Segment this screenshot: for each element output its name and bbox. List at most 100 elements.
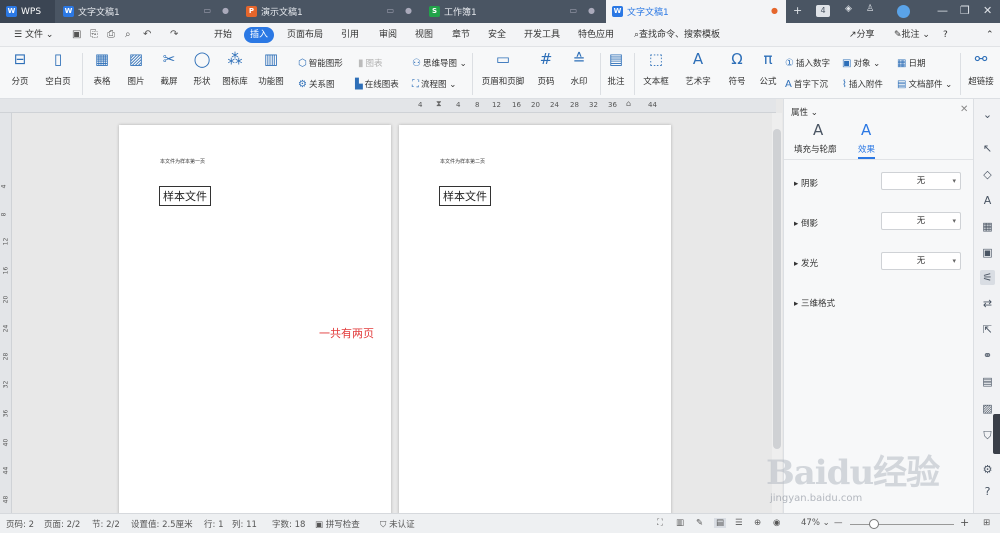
cursor-icon[interactable]: ↖	[980, 141, 995, 156]
shapes-button[interactable]: ◯ 形状	[188, 47, 216, 87]
horizontal-ruler[interactable]: 4 ⧗ 4 8 12 16 20 24 28 32 36 ⌂ 44	[0, 99, 776, 113]
object-button[interactable]: ▣ 对象 ⌄	[842, 57, 880, 69]
text-box[interactable]: 样本文件	[159, 186, 211, 206]
tab-spreadsheet[interactable]: S 工作簿1 ▭ ●	[423, 0, 603, 23]
undo-icon[interactable]: ↶	[143, 29, 151, 40]
minimize-icon[interactable]: —	[937, 4, 948, 17]
picture-button[interactable]: ▨ 图片	[122, 47, 150, 87]
reading-mode-icon[interactable]: ▥	[676, 518, 684, 528]
text-box[interactable]: 样本文件	[439, 186, 491, 206]
monitor-icon[interactable]: ▭	[203, 6, 211, 15]
translate-icon[interactable]: ⇄	[980, 296, 995, 311]
settings-icon[interactable]: ⚙	[980, 462, 995, 477]
zoom-slider[interactable]	[850, 524, 954, 525]
menu-developer[interactable]: 开发工具	[518, 27, 566, 43]
zoom-level[interactable]: 47% ⌄	[801, 518, 830, 528]
word-art-button[interactable]: A 艺术字	[680, 47, 716, 87]
word-count-status[interactable]: 字数: 18	[272, 518, 305, 530]
smart-art-button[interactable]: ⬡ 智能图形	[298, 57, 343, 69]
reflection-select[interactable]: 无 ▾	[881, 212, 961, 230]
save-icon[interactable]: ▣	[72, 29, 81, 40]
tab-fill-outline[interactable]: 填充与轮廓	[794, 143, 837, 155]
page-view-icon[interactable]: ▤	[714, 518, 727, 528]
scrollbar-thumb[interactable]	[773, 129, 781, 449]
tab-writer-doc[interactable]: W 文字文稿1 ▭ ●	[57, 0, 237, 23]
monitor-icon[interactable]: ▭	[386, 6, 394, 15]
page-number-button[interactable]: # 页码	[532, 47, 560, 87]
setting-status[interactable]: 设置值: 2.5厘米	[131, 518, 193, 530]
watermark-button[interactable]: ≙ 水印	[565, 47, 593, 87]
share-icon[interactable]: ⚭	[980, 348, 995, 363]
collapse-ribbon-icon[interactable]: ⌃	[980, 27, 1000, 43]
skin-icon[interactable]: ◈	[845, 4, 852, 14]
menu-review[interactable]: 审阅	[373, 27, 403, 43]
reflection-row[interactable]: ▸ 倒影	[794, 217, 818, 229]
zoom-in-button[interactable]: +	[960, 516, 969, 529]
insert-number-button[interactable]: ① 插入数字	[785, 57, 830, 69]
avatar[interactable]	[897, 5, 910, 18]
relation-chart-button[interactable]: ⚙ 关系图	[298, 78, 334, 90]
menu-page-layout[interactable]: 页面布局	[281, 27, 329, 43]
page-2[interactable]: 本文件为样本第二页 样本文件	[399, 125, 671, 515]
menu-home[interactable]: 开始	[208, 27, 238, 43]
vertical-ruler[interactable]: 4 8 12 16 20 24 28 32 36 40 44 48	[0, 113, 12, 513]
zoom-out-button[interactable]: —	[834, 518, 843, 528]
doc-parts-button[interactable]: ▤ 文档部件 ⌄	[897, 78, 952, 90]
menu-chapter[interactable]: 章节	[446, 27, 476, 43]
print-icon[interactable]: ⎙	[107, 29, 115, 40]
header-footer-button[interactable]: ▭ 页眉和页脚	[480, 47, 526, 87]
tab-writer-doc-active[interactable]: W 文字文稿1 ●	[606, 0, 786, 23]
blank-page-button[interactable]: ▯ 空白页	[40, 47, 76, 87]
tab-close-icon[interactable]: ●	[588, 6, 595, 15]
glow-select[interactable]: 无 ▾	[881, 252, 961, 270]
zoom-slider-handle[interactable]	[869, 519, 879, 529]
fullscreen-icon[interactable]: ⛶	[657, 518, 663, 528]
comment-button[interactable]: ✎批注 ⌄	[888, 27, 936, 43]
page-break-button[interactable]: ⊟ 分页	[6, 47, 34, 87]
monitor-icon[interactable]: ▭	[569, 6, 577, 15]
menu-view[interactable]: 视图	[409, 27, 439, 43]
panel-close-icon[interactable]: ✕	[960, 104, 968, 115]
drop-cap-button[interactable]: A 首字下沉	[785, 78, 828, 90]
formula-button[interactable]: π 公式	[756, 47, 780, 87]
screenshot-button[interactable]: ✂ 截屏	[155, 47, 183, 87]
page-number-status[interactable]: 页码: 2	[6, 518, 34, 530]
export-icon[interactable]: ⇱	[980, 322, 995, 337]
menu-references[interactable]: 引用	[335, 27, 365, 43]
shapes-icon[interactable]: ◇	[980, 167, 995, 182]
tab-effects[interactable]: 效果	[858, 143, 876, 159]
tab-count-badge[interactable]: 4	[816, 5, 830, 17]
preview-icon[interactable]: ⌕	[125, 29, 131, 40]
mind-map-button[interactable]: ⚇ 思维导图 ⌄	[412, 57, 467, 69]
textbox-button[interactable]: ⬚ 文本框	[638, 47, 674, 87]
certification-status[interactable]: ⛉ 未认证	[380, 518, 415, 530]
hyperlink-button[interactable]: ⚯ 超链接	[964, 47, 998, 87]
glow-row[interactable]: ▸ 发光	[794, 257, 818, 269]
style-icon[interactable]: A	[980, 193, 995, 208]
tab-close-icon[interactable]: ●	[222, 6, 229, 15]
tab-close-icon[interactable]: ●	[405, 6, 412, 15]
page-1[interactable]: 本文件为样本第一页 样本文件	[119, 125, 391, 515]
spell-check-button[interactable]: ▣ 拼写检查	[315, 518, 360, 530]
help-icon[interactable]: ?	[980, 484, 995, 499]
shadow-row[interactable]: ▸ 阴影	[794, 177, 818, 189]
right-indent-marker-icon[interactable]: ⌂	[626, 99, 631, 108]
tab-presentation[interactable]: P 演示文稿1 ▭ ●	[240, 0, 420, 23]
3d-format-row[interactable]: ▸ 三维格式	[794, 297, 835, 309]
eye-protect-icon[interactable]: ◉	[773, 518, 780, 528]
redo-icon[interactable]: ↷	[170, 29, 178, 40]
shadow-select[interactable]: 无 ▾	[881, 172, 961, 190]
function-chart-button[interactable]: ▥ 功能图	[256, 47, 286, 87]
unsaved-dot-icon[interactable]: ●	[771, 6, 778, 15]
attachment-button[interactable]: ⌇ 插入附件	[842, 78, 883, 90]
outline-view-icon[interactable]: ☰	[735, 518, 743, 528]
panel-title[interactable]: 属性 ⌄	[791, 106, 818, 118]
icon-library-button[interactable]: ⁂ 图标库	[220, 47, 250, 87]
command-search[interactable]: ⌕查找命令、搜索模板	[628, 27, 726, 43]
maximize-icon[interactable]: ❐	[960, 4, 970, 17]
grid-icon[interactable]: ▣	[980, 245, 995, 260]
help-button[interactable]: ?	[937, 27, 954, 43]
tab-wps-home[interactable]: W WPS	[0, 0, 55, 23]
fit-page-icon[interactable]: ⊞	[983, 518, 990, 528]
export-icon[interactable]: ⎘	[90, 29, 98, 40]
